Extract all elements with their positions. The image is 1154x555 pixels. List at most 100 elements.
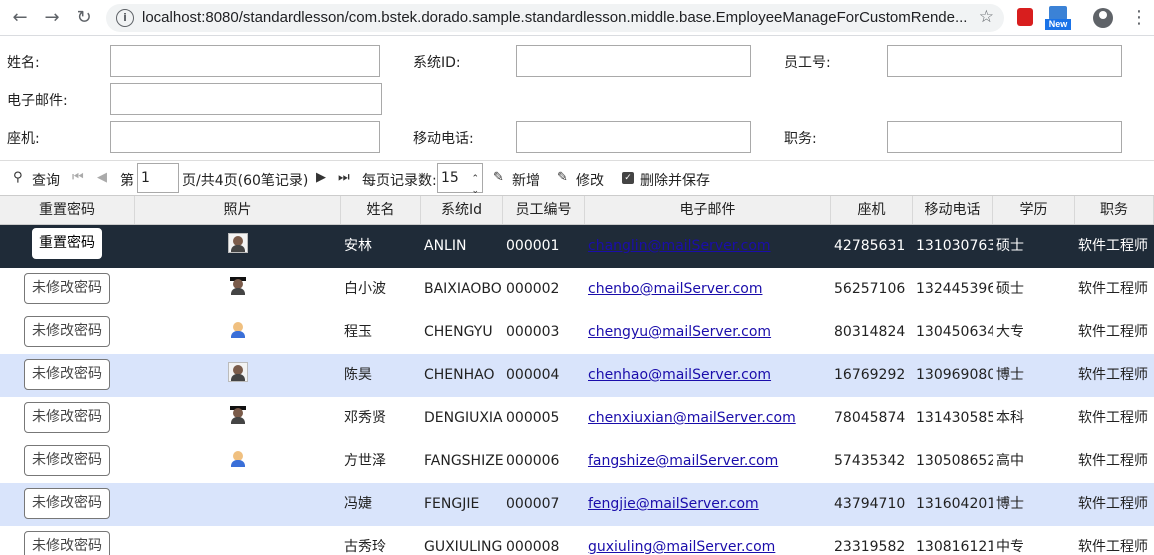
cell-email[interactable]: fengjie@mailServer.com [588, 483, 831, 526]
cell-phone: 16769292 [834, 367, 906, 383]
system-id-label: 系统ID: [413, 55, 461, 71]
reload-icon[interactable]: ↻ [74, 8, 94, 28]
position-label: 职务: [784, 131, 817, 147]
table-row[interactable]: 未修改密码 古秀玲 GUXIULING 000008 guxiuling@mailSer… [0, 526, 1154, 555]
cell-phone: 80314824 [834, 324, 906, 340]
reset-password-button[interactable]: 重置密码 [32, 228, 102, 259]
cell-mobile: 130969080 [916, 367, 993, 383]
cell-phone: 57435342 [834, 453, 906, 469]
column-header-photo[interactable]: 照片 [135, 196, 341, 224]
table-row[interactable]: 未修改密码 陈昊 CHENHAO 000004 chenhao@mailServer.c… [0, 354, 1154, 397]
phone-input[interactable] [110, 121, 380, 153]
cell-name: 安林 [344, 238, 372, 254]
table-row[interactable]: 未修改密码 冯婕 FENGJIE 000007 fengjie@mailServer.c… [0, 483, 1154, 526]
employee-no-label: 员工号: [784, 55, 831, 71]
cell-system-id: CHENHAO [424, 367, 495, 383]
cell-employee-no: 000006 [506, 453, 560, 469]
email-link[interactable]: fangshize@mailServer.com [588, 453, 778, 469]
extension-new-icon[interactable]: New [1045, 6, 1071, 32]
cell-email[interactable]: chenhao@mailServer.com [588, 354, 831, 397]
table-row[interactable]: 未修改密码 邓秀贤 DENGIUXIA 000005 chenxiuxian@mailS… [0, 397, 1154, 440]
delete-save-button[interactable]: 删除并保存 [640, 170, 710, 190]
url-text[interactable]: localhost:8080/standardlesson/com.bstek.… [142, 9, 972, 26]
grid-toolbar: ⚲ 查询 ⏮ ◀ 第 1 页/共4页(60笔记录) ▶ ⏭ 每页记录数: 15 … [0, 161, 1154, 196]
checkbox-icon[interactable]: ✓ [622, 172, 634, 184]
cell-system-id: FENGJIE [424, 496, 480, 512]
cell-email[interactable]: chenbo@mailServer.com [588, 268, 831, 311]
cell-email[interactable]: changlin@mailServer.com [588, 225, 831, 268]
prev-page-icon[interactable]: ◀ [97, 170, 107, 185]
cell-position: 软件工程师 [1078, 324, 1148, 340]
bookmark-star-icon[interactable]: ☆ [979, 7, 994, 27]
new-badge: New [1045, 19, 1071, 30]
cell-email[interactable]: chengyu@mailServer.com [588, 311, 831, 354]
column-header-reset-password[interactable]: 重置密码 [0, 196, 135, 224]
column-header-employee-no[interactable]: 员工编号 [503, 196, 585, 224]
cell-position: 软件工程师 [1078, 238, 1148, 254]
info-icon[interactable]: i [116, 9, 134, 27]
name-input[interactable] [110, 45, 380, 77]
table-row[interactable]: 重置密码 安林 ANLIN 000001 changlin@mailServer.com… [0, 225, 1154, 268]
column-header-education[interactable]: 学历 [993, 196, 1075, 224]
column-header-phone[interactable]: 座机 [831, 196, 913, 224]
position-input[interactable] [887, 121, 1122, 153]
reset-password-button[interactable]: 未修改密码 [24, 531, 110, 555]
cell-email[interactable]: guxiuling@mailServer.com [588, 526, 831, 555]
extension-pdf-icon[interactable] [1017, 8, 1033, 26]
cell-employee-no: 000004 [506, 367, 560, 383]
email-link[interactable]: chenxiuxian@mailServer.com [588, 410, 796, 426]
mobile-input[interactable] [516, 121, 751, 153]
cell-email[interactable]: fangshize@mailServer.com [588, 440, 831, 483]
reset-password-button[interactable]: 未修改密码 [24, 402, 110, 433]
cell-email[interactable]: chenxiuxian@mailServer.com [588, 397, 831, 440]
modify-button[interactable]: 修改 [576, 170, 604, 190]
cell-phone: 42785631 [834, 238, 906, 254]
column-header-name[interactable]: 姓名 [341, 196, 421, 224]
email-link[interactable]: fengjie@mailServer.com [588, 496, 759, 512]
forward-icon[interactable]: → [42, 8, 62, 28]
column-header-system-id[interactable]: 系统Id [421, 196, 503, 224]
column-header-email[interactable]: 电子邮件 [585, 196, 831, 224]
mobile-label: 移动电话: [413, 131, 474, 147]
employee-grid: 重置密码 照片 姓名 系统Id 员工编号 电子邮件 座机 移动电话 学历 职务 重置密码 安林 ANL… [0, 195, 1154, 555]
reset-password-button[interactable]: 未修改密码 [24, 359, 110, 390]
last-page-icon[interactable]: ⏭ [338, 170, 350, 185]
query-button[interactable]: 查询 [32, 170, 60, 190]
back-icon[interactable]: ← [10, 8, 30, 28]
table-row[interactable]: 未修改密码 方世泽 FANGSHIZE 000006 fangshize@mailSer… [0, 440, 1154, 483]
email-input[interactable] [110, 83, 382, 115]
column-header-position[interactable]: 职务 [1075, 196, 1154, 224]
email-link[interactable]: changlin@mailServer.com [588, 238, 771, 254]
cell-mobile: 131030763 [916, 238, 993, 254]
reset-password-button[interactable]: 未修改密码 [24, 316, 110, 347]
reset-password-button[interactable]: 未修改密码 [24, 273, 110, 304]
email-link[interactable]: guxiuling@mailServer.com [588, 539, 775, 555]
email-link[interactable]: chenhao@mailServer.com [588, 367, 771, 383]
reset-password-button[interactable]: 未修改密码 [24, 488, 110, 519]
table-row[interactable]: 未修改密码 白小波 BAIXIAOBO 000002 chenbo@mailServer… [0, 268, 1154, 311]
edit-add-icon[interactable]: ✎ [493, 170, 504, 185]
cell-education: 本科 [996, 410, 1024, 426]
cell-position: 软件工程师 [1078, 410, 1148, 426]
email-link[interactable]: chenbo@mailServer.com [588, 281, 762, 297]
first-page-icon[interactable]: ⏮ [72, 170, 84, 185]
profile-avatar-icon[interactable] [1093, 8, 1113, 28]
page-number-input[interactable]: 1 [137, 163, 179, 193]
next-page-icon[interactable]: ▶ [316, 170, 326, 185]
column-header-mobile[interactable]: 移动电话 [913, 196, 993, 224]
employee-no-input[interactable] [887, 45, 1122, 77]
reset-password-button[interactable]: 未修改密码 [24, 445, 110, 476]
search-icon[interactable]: ⚲ [13, 170, 23, 185]
cell-mobile: 130450634 [916, 324, 993, 340]
cell-system-id: FANGSHIZE [424, 453, 503, 469]
table-row[interactable]: 未修改密码 程玉 CHENGYU 000003 chengyu@mailServer.c… [0, 311, 1154, 354]
edit-modify-icon[interactable]: ✎ [557, 170, 568, 185]
system-id-input[interactable] [516, 45, 751, 77]
more-menu-icon[interactable]: ⋮ [1130, 7, 1148, 28]
page-size-input[interactable]: 15 ⌃ ⌄ [437, 163, 483, 196]
employee-photo-icon [228, 405, 248, 425]
add-button[interactable]: 新增 [512, 170, 540, 190]
address-bar[interactable]: i localhost:8080/standardlesson/com.bste… [106, 4, 1004, 32]
cell-name: 古秀玲 [344, 539, 386, 555]
email-link[interactable]: chengyu@mailServer.com [588, 324, 771, 340]
